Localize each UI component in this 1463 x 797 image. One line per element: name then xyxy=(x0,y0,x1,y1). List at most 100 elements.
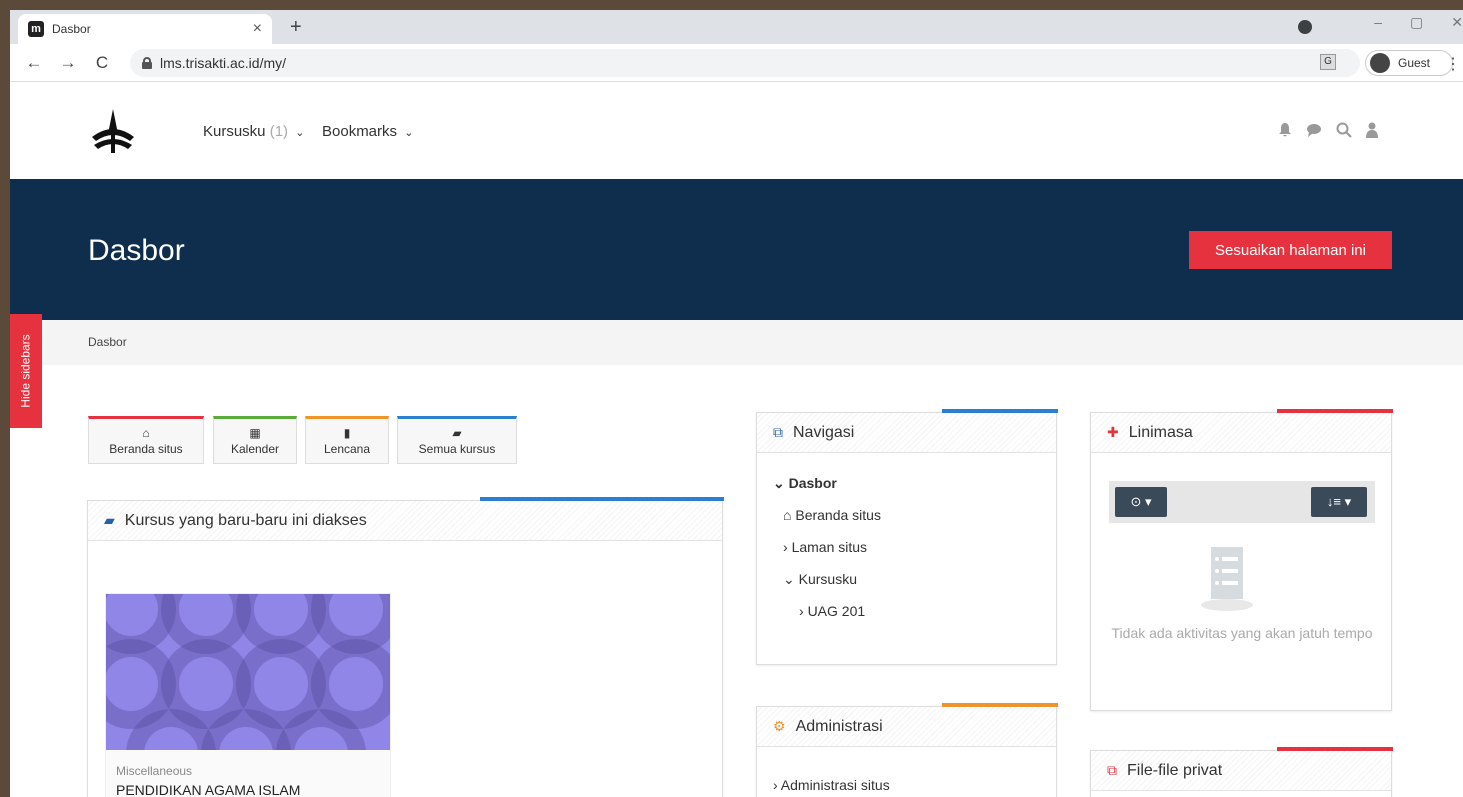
minimize-icon[interactable]: – xyxy=(1374,14,1382,31)
shortcut-label: Lencana xyxy=(323,442,371,456)
block-title: Administrasi xyxy=(795,717,883,735)
bookmarks-menu-label: Bookmarks xyxy=(322,123,398,140)
bookmark-icon: ▮ xyxy=(343,426,351,440)
shortcut-label: Semua kursus xyxy=(418,442,496,456)
recent-courses-block: ▰ Kursus yang baru-baru ini diakses Misc… xyxy=(87,497,724,797)
block-title: File-file privat xyxy=(1127,761,1223,779)
chat-icon[interactable] xyxy=(1306,122,1322,138)
administration-tree: › Administrasi situs xyxy=(757,747,1056,797)
timeline-empty-message: Tidak ada aktivitas yang akan jatuh temp… xyxy=(1111,625,1373,641)
hide-sidebars-label: Hide sidebars xyxy=(19,334,33,408)
administration-block: ⚙ Administrasi › Administrasi situs xyxy=(756,703,1058,797)
trisakti-logo[interactable] xyxy=(88,107,138,155)
block-accent-bar xyxy=(1277,747,1393,751)
nav-item-label: Laman situs xyxy=(791,539,868,555)
courses-count: (1) xyxy=(269,123,289,140)
tab-title: Dasbor xyxy=(52,22,91,36)
block-accent-bar xyxy=(942,703,1058,707)
nav-item-label: Kursusku xyxy=(798,571,857,587)
customize-page-button[interactable]: Sesuaikan halaman ini xyxy=(1189,231,1392,269)
nav-item-site-pages[interactable]: › Laman situs xyxy=(773,531,1040,563)
book-icon: ▰ xyxy=(452,426,462,440)
browser-menu-icon[interactable]: ⋮ xyxy=(1445,54,1461,74)
block-accent-bar xyxy=(480,497,724,501)
new-tab-button[interactable]: + xyxy=(290,16,302,39)
nav-item-site-admin[interactable]: › Administrasi situs xyxy=(773,769,1040,797)
breadcrumb-item[interactable]: Dasbor xyxy=(88,335,127,349)
block-title: Linimasa xyxy=(1128,423,1193,441)
block-accent-bar xyxy=(942,409,1058,413)
translate-icon[interactable]: G xyxy=(1320,54,1336,70)
nav-item-course[interactable]: › UAG 201 xyxy=(773,595,1040,627)
navigation-block: ⧉ Navigasi ⌄ Dasbor ⌂ Beranda situs › La… xyxy=(756,409,1058,665)
user-icon[interactable] xyxy=(1366,122,1378,138)
search-icon[interactable] xyxy=(1336,122,1352,138)
page-header: Dasbor Sesuaikan halaman ini xyxy=(10,179,1463,320)
close-tab-icon[interactable]: × xyxy=(253,20,262,38)
shortcut-label: Kalender xyxy=(230,442,280,456)
timeline-sort-dropdown[interactable]: ↓≡ ▾ xyxy=(1311,487,1367,517)
nav-item-dashboard[interactable]: ⌄ Dasbor xyxy=(773,467,1040,499)
block-header: ⚙ Administrasi xyxy=(757,703,1058,747)
block-title: Navigasi xyxy=(793,423,855,441)
sitemap-icon: ⧉ xyxy=(773,424,783,440)
web-page: Kursusku (1) ⌄ Bookmarks ⌄ Dasbor Sesuai… xyxy=(10,82,1463,797)
block-accent-bar xyxy=(1277,409,1393,413)
courses-menu-label: Kursusku xyxy=(203,123,266,140)
nav-item-my-courses[interactable]: ⌄ Kursusku xyxy=(773,563,1040,595)
user-tools xyxy=(1278,122,1378,138)
all-courses-shortcut-button[interactable]: ▰ Semua kursus xyxy=(397,416,517,464)
nav-item-site-home[interactable]: ⌂ Beranda situs xyxy=(773,499,1040,531)
page-title: Dasbor xyxy=(88,234,185,267)
nav-item-label: UAG 201 xyxy=(807,603,866,619)
book-icon: ▰ xyxy=(104,512,115,528)
nav-item-label: Beranda situs xyxy=(795,507,881,523)
chevron-down-icon: ⌄ xyxy=(404,127,414,139)
home-icon: ⌂ xyxy=(142,426,150,440)
shortcut-label: Beranda situs xyxy=(109,442,183,456)
course-category: Miscellaneous xyxy=(116,764,193,778)
block-header: ▰ Kursus yang baru-baru ini diakses xyxy=(88,497,724,541)
address-bar[interactable]: lms.trisakti.ac.id/my/ xyxy=(130,49,1360,77)
block-title: Kursus yang baru-baru ini diakses xyxy=(124,511,367,529)
timeline-block: ✚ Linimasa ⊙ ▾ ↓≡ ▾ Tidak ada aktivitas … xyxy=(1090,409,1393,711)
browser-toolbar: ← → C lms.trisakti.ac.id/my/ G Guest ⋮ xyxy=(10,44,1463,82)
url-text: lms.trisakti.ac.id/my/ xyxy=(160,55,287,71)
profile-label: Guest xyxy=(1398,56,1431,70)
block-header: ✚ Linimasa xyxy=(1091,409,1393,453)
hide-sidebars-button[interactable]: Hide sidebars xyxy=(10,314,42,428)
empty-list-icon xyxy=(1201,547,1253,611)
timeline-filter-dropdown[interactable]: ⊙ ▾ xyxy=(1115,487,1167,517)
breadcrumb: Dasbor xyxy=(10,320,1463,365)
timeline-toolbar: ⊙ ▾ ↓≡ ▾ xyxy=(1109,481,1375,523)
block-header: ⧉ File-file privat xyxy=(1091,747,1393,791)
maximize-icon[interactable]: ▢ xyxy=(1410,14,1423,31)
chevron-down-icon: ⌄ xyxy=(295,127,305,139)
home-shortcut-button[interactable]: ⌂ Beranda situs xyxy=(88,416,204,464)
browser-tab[interactable]: m Dasbor × xyxy=(18,14,272,44)
bookmarks-menu[interactable]: Bookmarks ⌄ xyxy=(322,123,413,140)
badges-shortcut-button[interactable]: ▮ Lencana xyxy=(305,416,389,464)
course-name[interactable]: PENDIDIKAN AGAMA ISLAM xyxy=(116,782,390,797)
gears-icon: ⚙ xyxy=(773,718,786,734)
avatar-icon xyxy=(1370,53,1390,73)
block-header: ⧉ Navigasi xyxy=(757,409,1058,453)
profile-button[interactable]: Guest xyxy=(1365,50,1453,76)
navigation-tree: ⌄ Dasbor ⌂ Beranda situs › Laman situs ⌄… xyxy=(757,453,1056,641)
course-image xyxy=(106,594,390,750)
calendar-shortcut-button[interactable]: ▦ Kalender xyxy=(213,416,297,464)
window-close-icon[interactable]: ✕ xyxy=(1451,14,1463,31)
lock-icon xyxy=(142,57,152,69)
private-files-block: ⧉ File-file privat xyxy=(1090,747,1393,797)
course-card[interactable]: Miscellaneous PENDIDIKAN AGAMA ISLAM xyxy=(105,593,391,797)
bell-icon[interactable] xyxy=(1278,122,1292,138)
nav-item-label: Dasbor xyxy=(788,475,837,491)
media-control-icon[interactable] xyxy=(1298,20,1312,34)
back-arrow-icon[interactable]: ← xyxy=(24,53,44,73)
courses-menu[interactable]: Kursusku (1) ⌄ xyxy=(203,123,304,140)
nav-item-label: Administrasi situs xyxy=(780,777,890,793)
browser-tab-strip: m Dasbor × + – ▢ ✕ xyxy=(10,10,1463,44)
forward-arrow-icon[interactable]: → xyxy=(58,53,78,73)
reload-icon[interactable]: C xyxy=(92,53,112,73)
site-navbar: Kursusku (1) ⌄ Bookmarks ⌄ xyxy=(10,82,1463,179)
